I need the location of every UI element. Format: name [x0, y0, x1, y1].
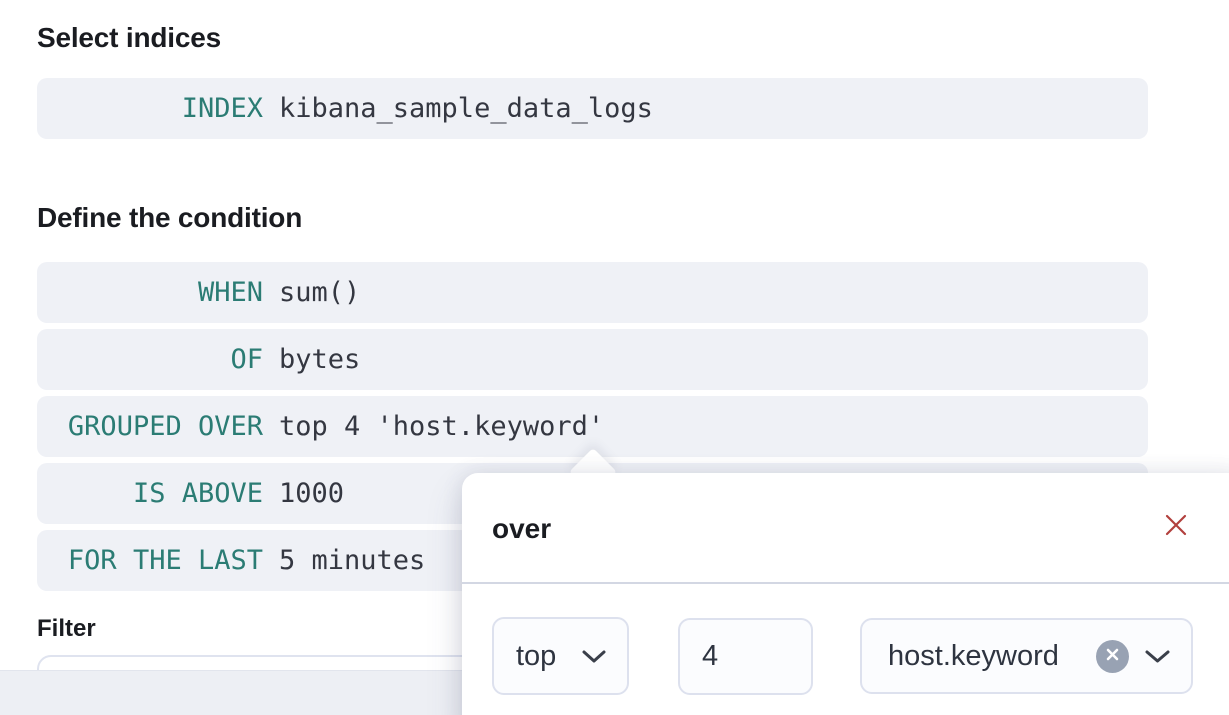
select-indices-heading: Select indices: [37, 22, 221, 54]
field-combobox[interactable]: host.keyword: [860, 618, 1193, 694]
expression-keyword: GROUPED OVER: [37, 411, 263, 442]
group-size-field: [678, 618, 813, 695]
rule-condition-panel: Select indices INDEX kibana_sample_data_…: [0, 0, 1229, 715]
expression-keyword: WHEN: [37, 277, 263, 308]
expression-keyword: INDEX: [37, 93, 263, 124]
group-by-select[interactable]: top: [492, 617, 629, 695]
circle-x-icon: [1105, 647, 1120, 665]
expression-of[interactable]: OF bytes: [37, 329, 1148, 390]
chevron-down-icon: [581, 640, 607, 673]
expression-keyword: OF: [37, 344, 263, 375]
expression-keyword: IS ABOVE: [37, 478, 263, 509]
clear-selection-button[interactable]: [1096, 640, 1129, 673]
expression-value: 1000: [279, 478, 344, 509]
popover-title: over: [492, 513, 551, 545]
expression-when[interactable]: WHEN sum(): [37, 262, 1148, 323]
close-icon: [1164, 513, 1188, 540]
popover-header: over: [462, 473, 1229, 582]
over-popover: over top: [462, 473, 1229, 715]
chevron-down-icon: [1144, 640, 1171, 673]
filter-label: Filter: [37, 615, 96, 643]
expression-keyword: FOR THE LAST: [37, 545, 263, 576]
popover-controls: top host.keyword: [492, 617, 1193, 695]
expression-value: 5 minutes: [279, 545, 425, 576]
expression-grouped-over[interactable]: GROUPED OVER top 4 'host.keyword': [37, 396, 1148, 457]
group-size-input[interactable]: [680, 620, 811, 693]
field-combobox-value: host.keyword: [888, 640, 1059, 673]
expression-value: bytes: [279, 344, 360, 375]
expression-value: top 4 'host.keyword': [279, 411, 604, 442]
expression-value: sum(): [279, 277, 360, 308]
close-button[interactable]: [1161, 511, 1191, 541]
expression-value: kibana_sample_data_logs: [279, 93, 653, 124]
define-condition-heading: Define the condition: [37, 202, 302, 234]
expression-index[interactable]: INDEX kibana_sample_data_logs: [37, 78, 1148, 139]
group-by-value: top: [516, 640, 556, 673]
popover-divider: [462, 582, 1229, 584]
